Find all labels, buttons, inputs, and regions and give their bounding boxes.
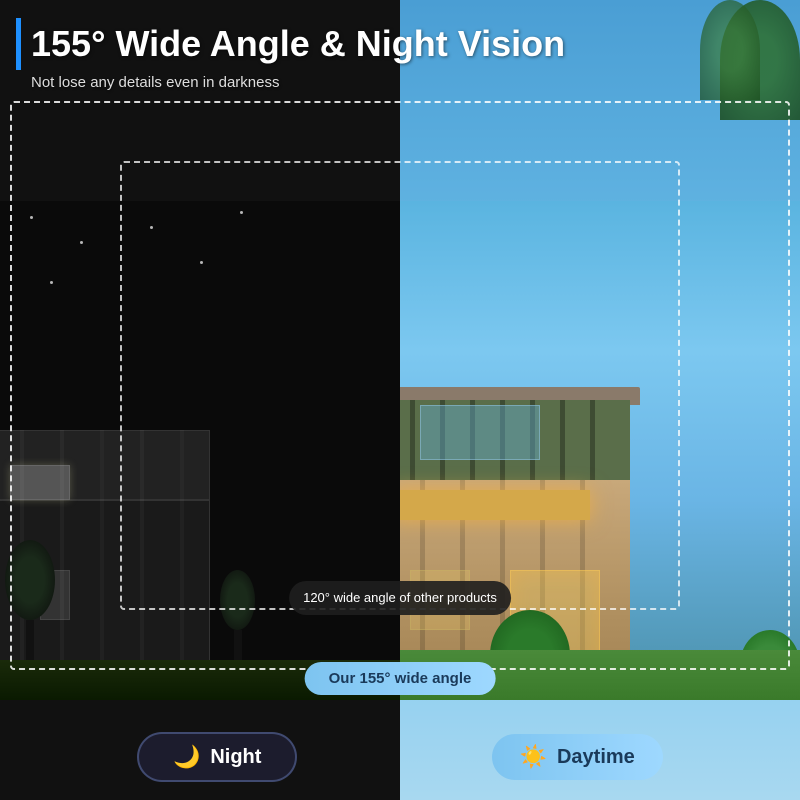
moon-icon: 🌙 <box>173 744 200 770</box>
label-155-text: Our 155° wide angle <box>329 670 472 687</box>
title-row: 155° Wide Angle & Night Vision <box>16 18 784 70</box>
bottom-buttons-row: 🌙 Night ☀️ Daytime <box>0 732 800 782</box>
tooltip-120-label: 120° wide angle of other products <box>289 581 511 615</box>
blue-accent-bar <box>16 18 21 70</box>
night-label: Night <box>210 746 261 769</box>
page-subtitle: Not lose any details even in darkness <box>31 74 784 91</box>
tooltip-120-text: 120° wide angle of other products <box>303 590 497 605</box>
day-button[interactable]: ☀️ Daytime <box>492 734 663 780</box>
scene-wrapper: 120° wide angle of other products Our 15… <box>0 101 800 800</box>
header-section: 155° Wide Angle & Night Vision Not lose … <box>0 0 800 101</box>
inner-angle-box <box>120 161 680 610</box>
night-button[interactable]: 🌙 Night <box>137 732 297 782</box>
day-label: Daytime <box>557 746 635 769</box>
page-title: 155° Wide Angle & Night Vision <box>31 24 565 64</box>
label-155: Our 155° wide angle <box>305 662 496 695</box>
sun-icon: ☀️ <box>520 744 547 770</box>
main-container: 155° Wide Angle & Night Vision Not lose … <box>0 0 800 800</box>
